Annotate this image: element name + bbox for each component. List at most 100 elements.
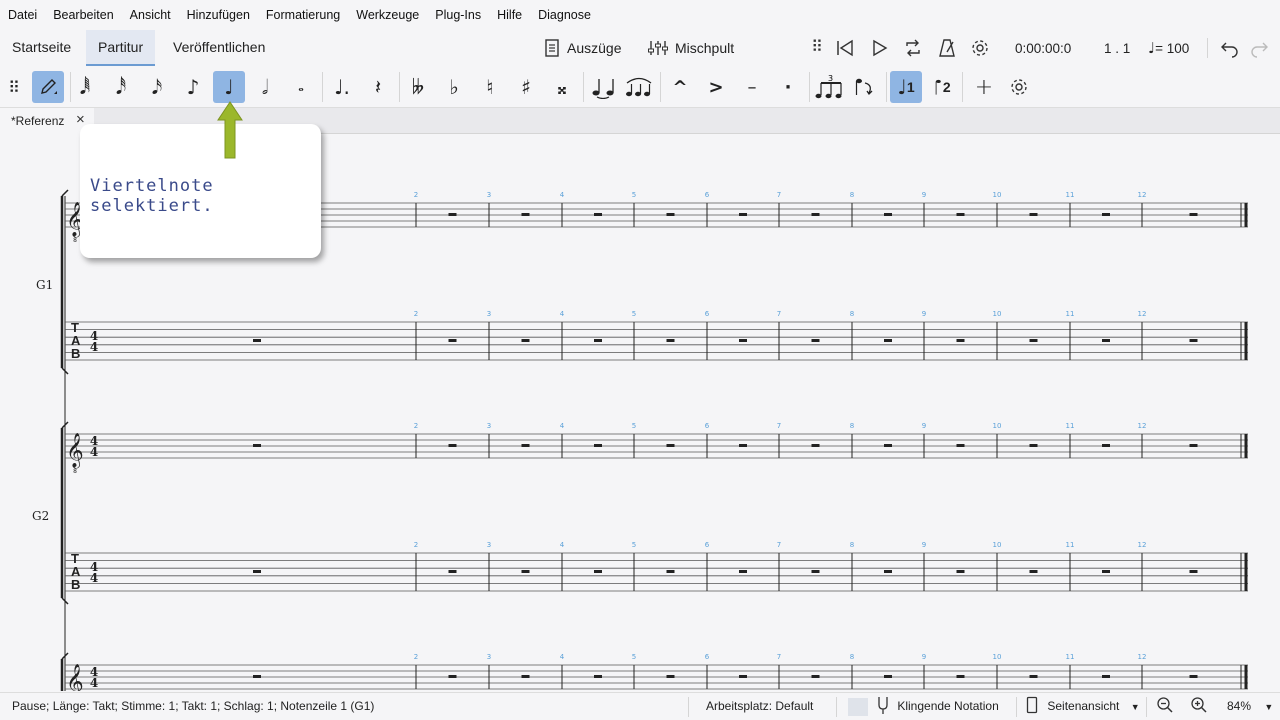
measure-number: 12 xyxy=(1138,191,1147,199)
natural-icon: ♮ xyxy=(486,75,494,99)
playback-settings-button[interactable] xyxy=(969,30,991,66)
32nd-note-button[interactable]: 𝅘𝅥𝅰 xyxy=(105,71,137,103)
loop-button[interactable] xyxy=(902,30,924,66)
measure-number: 4 xyxy=(560,191,565,199)
tab-clef-letter: B xyxy=(71,577,80,592)
measure-number: 7 xyxy=(777,422,781,430)
playback-drag-handle[interactable]: ⠿ xyxy=(806,30,828,66)
menu-hilfe[interactable]: Hilfe xyxy=(497,8,522,22)
metronome-button[interactable] xyxy=(936,30,958,66)
quarter-note-icon: ♩ xyxy=(897,75,907,99)
sharp-button[interactable]: ♯ xyxy=(510,71,542,103)
whole-rest xyxy=(1029,444,1038,447)
measure-number: 7 xyxy=(777,310,781,318)
menu-hinzufuegen[interactable]: Hinzufügen xyxy=(187,8,250,22)
rewind-button[interactable] xyxy=(834,30,856,66)
whole-rest xyxy=(253,675,261,678)
whole-note-icon: 𝅝 xyxy=(298,79,304,95)
menu-werkzeuge[interactable]: Werkzeuge xyxy=(356,8,419,22)
flat-button[interactable]: ♭ xyxy=(438,71,470,103)
staccato-button[interactable]: · xyxy=(772,71,804,103)
flip-direction-button[interactable] xyxy=(849,71,881,103)
8th-note-button[interactable]: ♪ xyxy=(177,71,209,103)
16th-note-button[interactable]: 𝅘𝅥𝅯 xyxy=(141,71,173,103)
menu-ansicht[interactable]: Ansicht xyxy=(130,8,171,22)
marcato-button[interactable]: ^ xyxy=(664,71,696,103)
menu-datei[interactable]: Datei xyxy=(8,8,37,22)
menu-plugins[interactable]: Plug-Ins xyxy=(435,8,481,22)
double-flat-button[interactable]: 𝄫 xyxy=(402,71,434,103)
64th-note-icon: 𝅘𝅥𝅱 xyxy=(79,75,91,99)
view-mode-dropdown[interactable]: Seitenansicht ▼ xyxy=(1026,693,1140,720)
zoom-in-button[interactable] xyxy=(1190,693,1208,720)
menu-bearbeiten[interactable]: Bearbeiten xyxy=(53,8,113,22)
accent-button[interactable]: > xyxy=(700,71,732,103)
64th-note-button[interactable]: 𝅘𝅥𝅱 xyxy=(69,71,101,103)
measure-number: 5 xyxy=(632,191,636,199)
accent-icon: > xyxy=(708,76,724,98)
tie-button[interactable] xyxy=(587,71,619,103)
whole-rest xyxy=(594,213,602,216)
tuplet-button[interactable]: 3 xyxy=(813,71,845,103)
16th-note-icon: 𝅘𝅥𝅯 xyxy=(151,75,163,99)
mixer-label: Mischpult xyxy=(675,40,735,56)
measure-number: 9 xyxy=(922,653,926,661)
zoom-out-button[interactable] xyxy=(1156,693,1174,720)
whole-rest xyxy=(1189,339,1198,342)
menu-diagnose[interactable]: Diagnose xyxy=(538,8,591,22)
measure-number: 6 xyxy=(705,653,710,661)
dotted-note-button[interactable]: ♩. xyxy=(326,71,358,103)
separator xyxy=(660,72,661,102)
concert-pitch-checkbox[interactable] xyxy=(848,698,868,716)
half-note-button[interactable]: 𝅗𝅥 xyxy=(249,71,281,103)
slur-button[interactable] xyxy=(623,71,655,103)
whole-rest xyxy=(956,675,965,678)
time-signature-denominator: 4 xyxy=(90,676,98,690)
measure-number: 10 xyxy=(993,422,1002,430)
arrow-up-icon xyxy=(217,101,243,159)
redo-button[interactable] xyxy=(1248,30,1270,66)
redo-icon xyxy=(1251,42,1268,58)
parts-button[interactable]: Auszüge xyxy=(543,30,621,66)
measure-number: 7 xyxy=(777,541,781,549)
slur-icon xyxy=(626,77,652,97)
whole-note-button[interactable]: 𝅝 xyxy=(285,71,317,103)
play-button[interactable] xyxy=(868,30,890,66)
zoom-level-dropdown[interactable]: 84% ▼ xyxy=(1227,693,1273,720)
measure-number: 8 xyxy=(850,191,854,199)
rest-button[interactable]: 𝄽 xyxy=(362,71,394,103)
tab-veroeffentlichen[interactable]: Veröffentlichen xyxy=(161,30,277,66)
tempo-display: ♩ = 100 xyxy=(1148,30,1189,66)
natural-button[interactable]: ♮ xyxy=(474,71,506,103)
tab-startseite[interactable]: Startseite xyxy=(0,30,83,66)
mixer-button[interactable]: Mischpult xyxy=(647,30,734,66)
workspace-selector[interactable]: Arbeitsplatz: Default xyxy=(706,693,813,720)
measure-number: 5 xyxy=(632,422,636,430)
parts-icon xyxy=(545,39,559,57)
tab-partitur[interactable]: Partitur xyxy=(86,30,156,66)
parts-label: Auszüge xyxy=(567,40,622,56)
voice-2-button[interactable]: ♩ 2 xyxy=(926,71,958,103)
whole-rest xyxy=(739,675,747,678)
voice-1-button[interactable]: ♩ 1 xyxy=(890,71,922,103)
measure-number: 12 xyxy=(1138,310,1147,318)
add-button[interactable]: + xyxy=(968,71,1000,103)
menu-bar: Datei Bearbeiten Ansicht Hinzufügen Form… xyxy=(0,0,1280,30)
whole-rest xyxy=(1102,675,1110,678)
toolbar-settings-button[interactable] xyxy=(1003,71,1035,103)
concert-pitch-toggle[interactable]: Klingende Notation xyxy=(876,693,999,720)
gear-icon xyxy=(972,40,988,56)
tenuto-button[interactable]: – xyxy=(736,71,768,103)
whole-rest xyxy=(739,213,747,216)
measure-number: 2 xyxy=(414,422,418,430)
whole-rest xyxy=(1102,213,1110,216)
whole-rest xyxy=(521,570,530,573)
undo-button[interactable] xyxy=(1219,30,1241,66)
double-sharp-button[interactable]: 𝄪 xyxy=(546,71,578,103)
gear-icon xyxy=(1011,79,1027,95)
menu-formatierung[interactable]: Formatierung xyxy=(266,8,340,22)
note-input-toggle[interactable] xyxy=(32,71,64,103)
quarter-note-button[interactable]: ♩ xyxy=(213,71,245,103)
whole-rest xyxy=(811,675,820,678)
toolbar-grip[interactable]: ⠿ xyxy=(0,71,28,103)
